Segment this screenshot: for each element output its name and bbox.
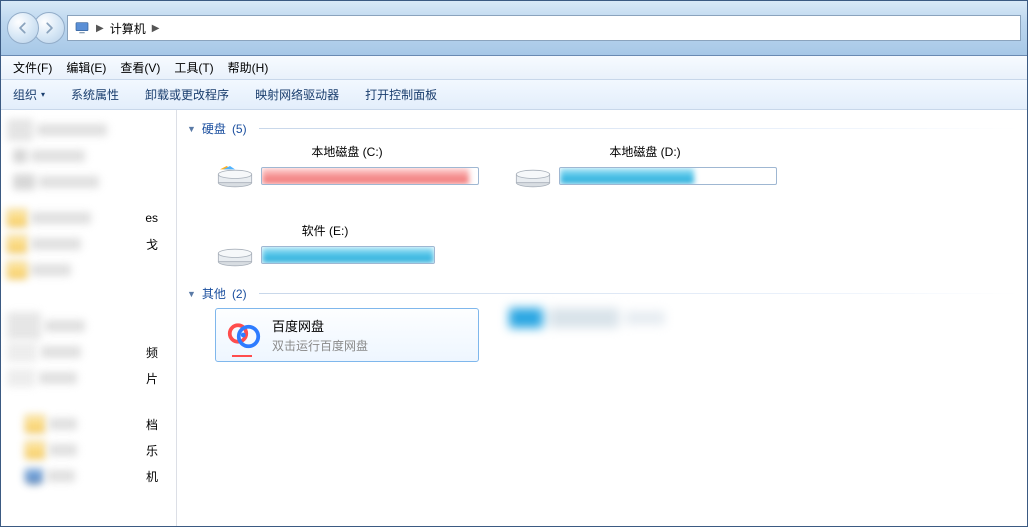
menu-view[interactable]: 查看(V) — [118, 59, 172, 76]
group-label: 硬盘 — [202, 120, 226, 137]
drive-c[interactable]: 本地磁盘 (C:) — [215, 143, 479, 188]
drive-icon — [513, 164, 553, 188]
back-button[interactable] — [7, 12, 39, 44]
group-count: (2) — [232, 287, 247, 301]
toolbar-system-props[interactable]: 系统属性 — [71, 86, 119, 103]
drive-row: 本地磁盘 (C:) 本地磁盘 (D:) 软件 (E: — [187, 143, 1019, 267]
nav-buttons — [7, 12, 59, 44]
baidu-icon — [226, 317, 262, 353]
arrow-left-icon — [16, 21, 30, 35]
menu-file[interactable]: 文件(F) — [11, 59, 64, 76]
arrow-right-icon — [42, 21, 56, 35]
capacity-bar — [559, 167, 777, 185]
list-item[interactable] — [7, 314, 174, 338]
toolbar-control-panel[interactable]: 打开控制面板 — [365, 86, 437, 103]
content-pane: ▼ 硬盘 (5) 本地磁盘 (C:) 本地磁盘 (D:) — [177, 110, 1027, 526]
list-item[interactable]: 乐 — [7, 438, 174, 462]
menu-edit[interactable]: 编辑(E) — [64, 59, 118, 76]
list-item[interactable] — [7, 144, 174, 168]
nav-sidebar: es 戈 频 片 档 乐 机 — [1, 110, 177, 526]
drive-label: 软件 (E:) — [215, 222, 435, 239]
group-rule — [259, 293, 1019, 294]
other-title: 百度网盘 — [272, 316, 368, 335]
group-count: (5) — [232, 122, 247, 136]
group-rule — [259, 128, 1019, 129]
list-item[interactable]: 片 — [7, 366, 174, 390]
group-header-other[interactable]: ▼ 其他 (2) — [187, 285, 1019, 302]
drive-label: 本地磁盘 (C:) — [215, 143, 479, 160]
main-split: es 戈 频 片 档 乐 机 ▼ 硬盘 (5) 本地磁盘 (C:) — [1, 110, 1027, 526]
toolbar-map-drive[interactable]: 映射网络驱动器 — [255, 86, 339, 103]
breadcrumb-root[interactable]: 计算机 — [110, 20, 146, 37]
list-item[interactable]: 频 — [7, 340, 174, 364]
drive-icon — [215, 164, 255, 188]
other-row: 百度网盘 双击运行百度网盘 — [187, 308, 1019, 362]
toolbar: 组织 系统属性 卸载或更改程序 映射网络驱动器 打开控制面板 — [1, 80, 1027, 110]
list-item[interactable]: 档 — [7, 412, 174, 436]
menu-bar: 文件(F) 编辑(E) 查看(V) 工具(T) 帮助(H) — [1, 56, 1027, 80]
group-label: 其他 — [202, 285, 226, 302]
list-item[interactable]: es — [7, 206, 174, 230]
breadcrumb-sep-icon: ▶ — [96, 23, 104, 34]
list-item[interactable]: 机 — [7, 464, 174, 488]
menu-help[interactable]: 帮助(H) — [226, 59, 281, 76]
drive-d[interactable]: 本地磁盘 (D:) — [513, 143, 777, 188]
computer-icon — [74, 20, 90, 36]
menu-tools[interactable]: 工具(T) — [172, 59, 225, 76]
drive-e[interactable]: 软件 (E:) — [215, 222, 435, 267]
drive-label: 本地磁盘 (D:) — [513, 143, 777, 160]
other-baidu[interactable]: 百度网盘 双击运行百度网盘 — [215, 308, 479, 362]
other-sub: 双击运行百度网盘 — [272, 337, 368, 354]
list-item[interactable] — [7, 170, 174, 194]
address-bar[interactable]: ▶ 计算机 ▶ — [67, 15, 1021, 41]
capacity-bar — [261, 246, 435, 264]
toolbar-organize[interactable]: 组织 — [13, 86, 45, 103]
other-blurred[interactable] — [509, 308, 665, 328]
list-item[interactable] — [7, 258, 174, 282]
collapse-icon: ▼ — [187, 289, 196, 299]
capacity-bar — [261, 167, 479, 185]
list-item[interactable] — [7, 118, 174, 142]
drive-icon — [215, 243, 255, 267]
nav-bar: ▶ 计算机 ▶ — [1, 1, 1027, 56]
collapse-icon: ▼ — [187, 124, 196, 134]
toolbar-uninstall[interactable]: 卸载或更改程序 — [145, 86, 229, 103]
breadcrumb-sep-icon: ▶ — [152, 23, 160, 34]
other-text: 百度网盘 双击运行百度网盘 — [272, 316, 368, 354]
list-item[interactable]: 戈 — [7, 232, 174, 256]
group-header-hdd[interactable]: ▼ 硬盘 (5) — [187, 120, 1019, 137]
